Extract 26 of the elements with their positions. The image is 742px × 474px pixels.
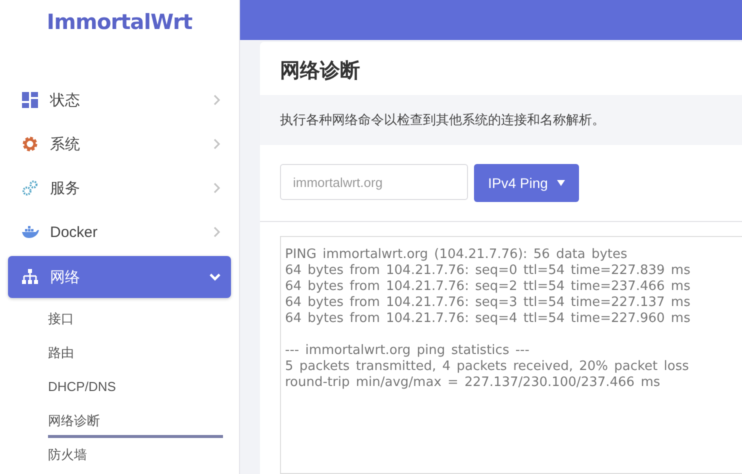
command-dropdown-button[interactable]: IPv4 Ping — [474, 164, 579, 202]
submenu-item[interactable]: 防火墙 — [48, 438, 223, 472]
sidebar-item[interactable]: 状态 — [8, 78, 231, 122]
gears-icon — [22, 180, 38, 196]
logo[interactable]: ImmortalWrt — [0, 0, 239, 46]
grid-icon — [22, 92, 38, 108]
gear-icon — [22, 136, 38, 152]
caret-icon — [556, 180, 565, 186]
chevron-right-icon — [213, 182, 221, 194]
submenu-item[interactable]: 路由 — [48, 336, 223, 370]
chevron-right-icon — [213, 226, 221, 238]
submenu-item[interactable]: 接口 — [48, 302, 223, 336]
sidebar-item[interactable]: 系统 — [8, 122, 231, 166]
submenu-item[interactable]: DHCP/DNS — [48, 370, 223, 404]
sidebar-item[interactable]: 服务 — [8, 166, 231, 210]
chevron-right-icon — [213, 94, 221, 106]
sidebar-item[interactable]: Docker — [8, 210, 231, 254]
submenu-item[interactable]: 网络诊断 — [48, 404, 223, 438]
page-title: 网络诊断 — [279, 59, 361, 84]
chevron-down-icon — [209, 273, 221, 281]
network-icon — [22, 269, 38, 285]
chevron-right-icon — [213, 138, 221, 150]
whale-icon — [21, 225, 39, 239]
ping-output: PING immortalwrt.org (104.21.7.76): 56 data bytes 64 bytes from 104.21.7.76: seq=0 ttl=54 time=227.839 ms 64 bytes from 104.21.7.76: seq=2 ttl=54 time=237.466 ms 64 bytes from 104.21.7.76: seq=3 ttl=54 time=227.137 ms 64 bytes from 104.21.7.76: seq=4 ttl=54 time=227.960 ms --- immortalwrt.org ping statistics --- 5 packets transmitted, 4 packets received, 20% packet loss round-trip min/avg/max = 227.137/230.100/237.466 ms — [280, 236, 742, 474]
page-description: 执行各种网络命令以检查到其他系统的连接和名称解析。 — [280, 111, 606, 129]
sidebar-item[interactable]: 网络 — [8, 256, 231, 298]
